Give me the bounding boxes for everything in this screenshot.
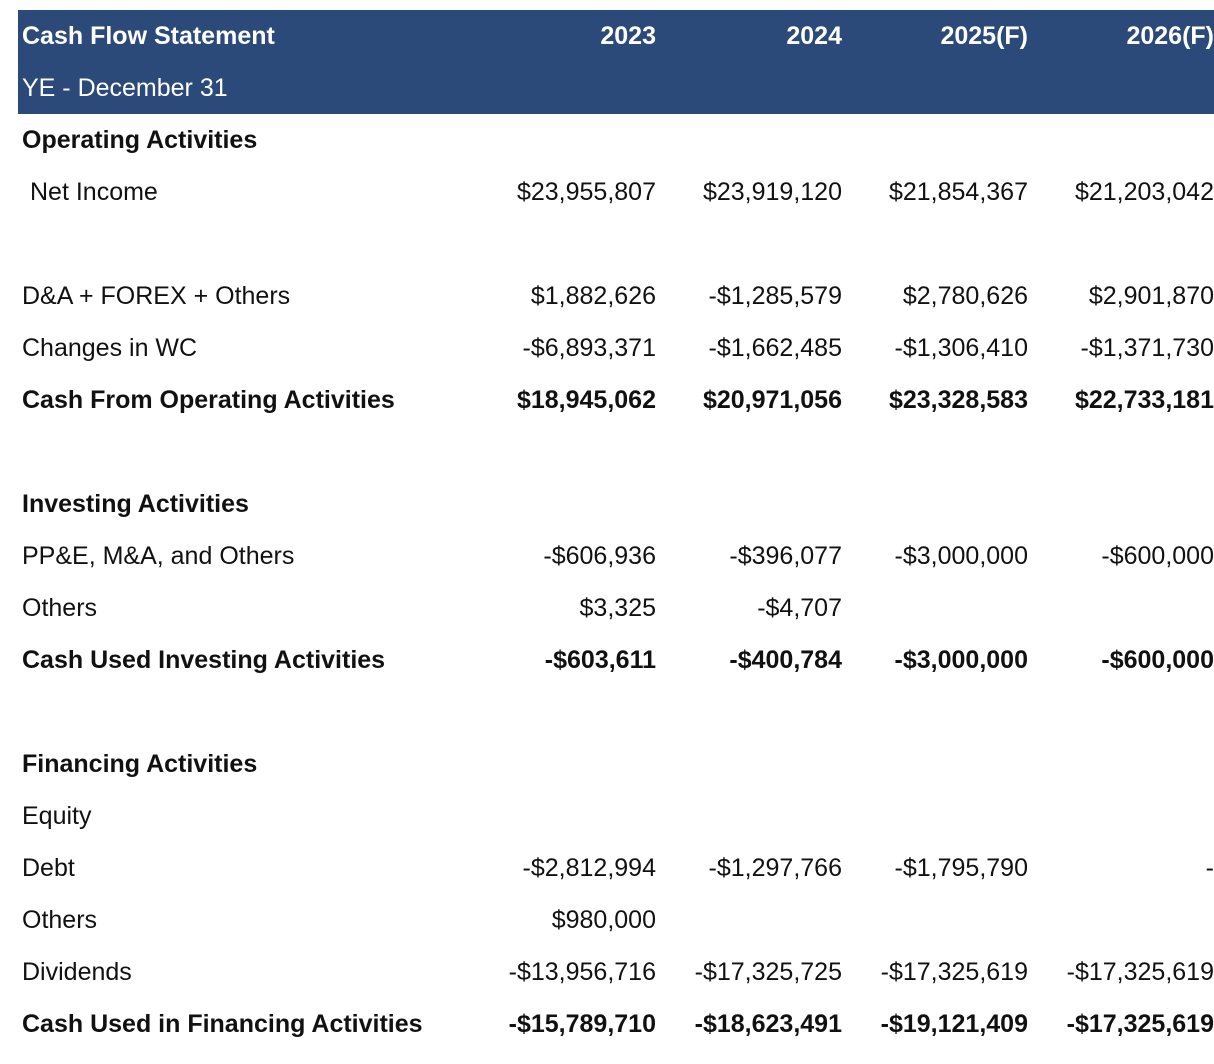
line-item-row: Debt -$2,812,994 -$1,297,766 -$1,795,790 -	[18, 842, 1214, 894]
section-header-row: Financing Activities	[18, 738, 1214, 790]
subheader-row: YE - December 31	[18, 62, 1214, 114]
row-label: Changes in WC	[22, 333, 198, 362]
value-cell: -$17,325,619	[1066, 1009, 1214, 1038]
year-header-2026f: 2026(F)	[1126, 21, 1214, 50]
total-row: Cash Used in Financing Activities -$15,78…	[18, 998, 1214, 1050]
row-label: D&A + FOREX + Others	[22, 281, 291, 310]
cash-flow-statement-table: Cash Flow Statement 2023 2024 2025(F) 20…	[18, 10, 1214, 1050]
section-header-row: Operating Activities	[18, 114, 1214, 166]
statement-title: Cash Flow Statement	[22, 21, 275, 50]
row-label: Others	[22, 905, 98, 934]
value-cell: -$396,077	[729, 541, 842, 570]
row-label: Cash From Operating Activities	[22, 385, 395, 414]
value-cell: $23,955,807	[516, 177, 656, 206]
row-label: Dividends	[22, 957, 132, 986]
line-item-row: Dividends -$13,956,716 -$17,325,725 -$17,32…	[18, 946, 1214, 998]
value-cell: $21,203,042	[1074, 177, 1214, 206]
line-item-row: PP&E, M&A, and Others -$606,936 -$396,077 -…	[18, 530, 1214, 582]
line-item-row: Net Income $23,955,807 $23,919,120 $21,854,…	[18, 166, 1214, 218]
value-cell: -$1,297,766	[708, 853, 842, 882]
value-cell: $21,854,367	[888, 177, 1028, 206]
year-header-2023: 2023	[600, 21, 656, 50]
blank-row	[18, 426, 1214, 478]
year-header-2025f: 2025(F)	[940, 21, 1028, 50]
value-cell: -$6,893,371	[522, 333, 656, 362]
value-cell: $23,919,120	[702, 177, 842, 206]
value-cell: $23,328,583	[888, 385, 1028, 414]
value-cell: $20,971,056	[702, 385, 842, 414]
value-cell: $2,901,870	[1088, 281, 1214, 310]
value-cell: -$15,789,710	[508, 1009, 656, 1038]
value-cell: -$3,000,000	[894, 541, 1028, 570]
value-cell: $2,780,626	[902, 281, 1028, 310]
header-row: Cash Flow Statement 2023 2024 2025(F) 20…	[18, 10, 1214, 62]
line-item-row: Others $980,000	[18, 894, 1214, 946]
row-label: Net Income	[30, 177, 158, 206]
value-cell: -$17,325,619	[1066, 957, 1214, 986]
value-cell: -$1,371,730	[1080, 333, 1214, 362]
value-cell: $18,945,062	[516, 385, 656, 414]
row-label: Financing Activities	[22, 749, 258, 778]
row-label: Debt	[22, 853, 75, 882]
statement-body: Operating Activities Net Income $23,955,80…	[18, 114, 1214, 1050]
total-row: Cash Used Investing Activities -$603,611 -…	[18, 634, 1214, 686]
value-cell: -$603,611	[544, 645, 656, 674]
value-cell: $22,733,181	[1074, 385, 1214, 414]
value-cell: -$4,707	[757, 593, 842, 622]
value-cell: -$17,325,619	[880, 957, 1028, 986]
value-cell: $3,325	[579, 593, 656, 622]
line-item-row: Changes in WC -$6,893,371 -$1,662,485 -$1,3…	[18, 322, 1214, 374]
line-item-row: D&A + FOREX + Others $1,882,626 -$1,285,57…	[18, 270, 1214, 322]
section-header-row: Investing Activities	[18, 478, 1214, 530]
year-header-2024: 2024	[786, 21, 842, 50]
value-cell: -$1,662,485	[708, 333, 842, 362]
value-cell: -$600,000	[1101, 645, 1214, 674]
value-cell: -$18,623,491	[694, 1009, 842, 1038]
line-item-row: Equity	[18, 790, 1214, 842]
value-cell: -$606,936	[543, 541, 656, 570]
total-row: Cash From Operating Activities $18,945,06…	[18, 374, 1214, 426]
row-label: Cash Used Investing Activities	[22, 645, 386, 674]
value-cell: -$2,812,994	[522, 853, 656, 882]
value-cell: -	[1205, 853, 1214, 882]
blank-row	[18, 686, 1214, 738]
row-label: Others	[22, 593, 98, 622]
row-label: PP&E, M&A, and Others	[22, 541, 295, 570]
row-label: Operating Activities	[22, 125, 258, 154]
row-label: Equity	[22, 801, 92, 830]
value-cell: -$1,795,790	[894, 853, 1028, 882]
value-cell: -$1,285,579	[708, 281, 842, 310]
value-cell: -$1,306,410	[894, 333, 1028, 362]
value-cell: -$600,000	[1101, 541, 1214, 570]
value-cell: $980,000	[551, 905, 656, 934]
value-cell: -$17,325,725	[694, 957, 842, 986]
value-cell: -$13,956,716	[508, 957, 656, 986]
value-cell: -$400,784	[729, 645, 842, 674]
blank-row	[18, 218, 1214, 270]
row-label: Investing Activities	[22, 489, 249, 518]
fiscal-year-end-label: YE - December 31	[22, 73, 228, 102]
value-cell: -$19,121,409	[880, 1009, 1028, 1038]
value-cell: $1,882,626	[530, 281, 656, 310]
value-cell: -$3,000,000	[894, 645, 1028, 674]
line-item-row: Others $3,325 -$4,707	[18, 582, 1214, 634]
row-label: Cash Used in Financing Activities	[22, 1009, 423, 1038]
